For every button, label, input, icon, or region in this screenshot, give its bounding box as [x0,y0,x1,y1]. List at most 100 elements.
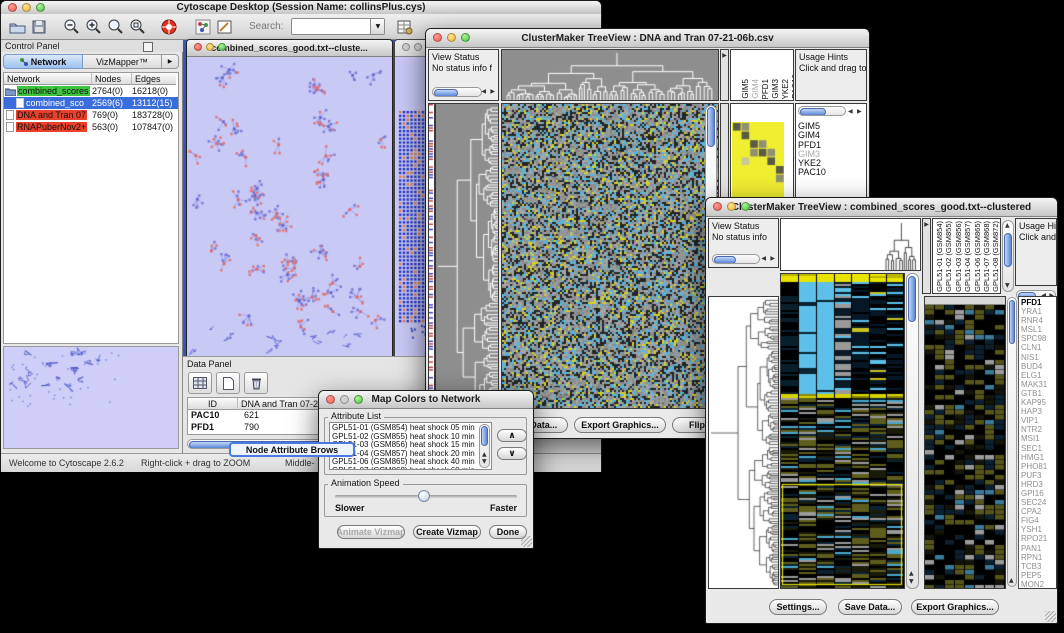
gene-label[interactable]: PHO81 [1021,462,1047,471]
minimize-icon[interactable] [206,43,214,51]
speed-slider-thumb[interactable] [418,490,430,502]
gene-label[interactable]: YSH1 [1021,525,1047,534]
tab-network[interactable]: Network [3,54,83,69]
open-file-icon[interactable] [7,17,27,37]
zoom-window-icon[interactable] [36,3,45,12]
export-graphics-button[interactable]: Export Graphics... [574,417,666,433]
node-attribute-browser-button[interactable]: Node Attribute Brows [229,442,355,457]
close-icon[interactable] [8,3,17,12]
scrollbar-thumb[interactable] [908,276,916,322]
col-nodes[interactable]: Nodes [92,73,132,85]
column-label[interactable]: PFD1 [761,79,770,99]
gene-label[interactable]: YRA1 [1021,307,1047,316]
network-view-titlebar[interactable]: combined_scores_good.txt--cluste... [187,40,392,57]
scrollbar-thumb[interactable] [1009,300,1015,344]
gene-label[interactable]: FIG4 [1021,516,1047,525]
resize-grip[interactable] [1045,611,1056,622]
gene-label[interactable]: PAN1 [1021,544,1047,553]
gene-label[interactable]: NIS1 [1021,353,1047,362]
heatmap-vscrollbar[interactable]: ▲ ▼ [906,273,919,589]
view-status-hscrollbar[interactable] [712,254,760,264]
gene-label[interactable]: MAK31 [1021,380,1047,389]
gene-label[interactable]: MSI1 [1021,434,1047,443]
network-canvas[interactable] [187,57,390,359]
search-input[interactable]: ▼ [291,18,385,35]
gene-label[interactable]: CLN1 [1021,343,1047,352]
close-icon[interactable] [433,33,442,42]
expand-right-icon[interactable]: ▶ [923,221,930,229]
gene-label[interactable]: SPC98 [1021,334,1047,343]
scroll-down-icon[interactable]: ▼ [909,578,914,586]
network-overview-thumbnail[interactable] [3,346,179,449]
dialog-titlebar[interactable]: Map Colors to Network [319,391,533,409]
zoom-window-icon[interactable] [741,202,750,211]
scroll-down-icon[interactable]: ▲ [1009,577,1014,585]
search-dropdown-icon[interactable]: ▼ [370,19,384,34]
zoom-fit-icon[interactable] [127,17,147,37]
gene-label[interactable]: CPA2 [1021,507,1047,516]
scroll-up-icon[interactable]: ▲ [909,570,914,578]
gene-label[interactable]: NTR2 [1021,425,1047,434]
column-label[interactable]: GPL51-06 (GSM865) [973,221,982,292]
select-attributes-icon[interactable] [188,372,212,394]
delete-attribute-trash-icon[interactable] [244,372,268,394]
annotation-icon[interactable] [215,17,235,37]
table-row[interactable]: RNAPuberNov2+ 563(0) 107847(0) [4,121,178,133]
zoom-window-icon[interactable] [218,43,226,51]
id-column-header[interactable]: ID [188,398,238,410]
scrollbar-thumb[interactable] [1004,233,1012,267]
minimize-icon[interactable] [22,3,31,12]
column-label[interactable]: GIM3 [771,79,780,99]
column-label[interactable]: GPL51-01 (GSM854) [935,221,944,292]
tab-overflow-icon[interactable]: ▶ [162,54,179,69]
minimize-icon[interactable] [727,202,736,211]
scroll-right-icon[interactable]: ▶ [857,108,862,116]
table-row[interactable]: DNA and Tran 07 769(0) 183728(0) [4,109,178,121]
treeview1-titlebar[interactable]: ClusterMaker TreeView : DNA and Tran 07-… [426,29,869,48]
scroll-left-icon[interactable]: ◀ [848,108,853,116]
column-label[interactable]: GIM4 [751,79,760,99]
attribute-item[interactable]: GPL51-07 (GSM868) heat shock 60 min [332,467,475,470]
attribute-list-vscrollbar[interactable]: ▲ ▼ [479,424,490,468]
scroll-right-icon[interactable]: ▶ [490,88,495,96]
row-dendrogram-panel[interactable] [708,296,779,589]
zoom-in-icon[interactable] [83,17,103,37]
settings-button[interactable]: Settings... [769,599,827,615]
column-dendrogram-panel[interactable] [780,218,921,271]
gene-label[interactable]: RPO21 [1021,534,1047,543]
scrollbar-thumb[interactable] [707,107,715,147]
labels-hscrollbar[interactable] [798,106,846,116]
scrollbar-thumb[interactable] [481,426,488,446]
gene-label[interactable]: PEP5 [1021,571,1047,580]
scrollbar-thumb[interactable] [800,108,826,116]
table-row[interactable]: combined_scores 2764(0) 16218(0) [4,85,178,97]
scroll-right-icon[interactable]: ▶ [770,255,775,263]
scroll-down-icon[interactable]: ▼ [482,458,487,466]
gene-label[interactable]: HAP3 [1021,407,1047,416]
help-lifesaver-icon[interactable] [159,17,179,37]
create-vizmap-button[interactable]: Create Vizmap [413,525,481,539]
zoom-window-icon[interactable] [354,395,363,404]
move-down-button[interactable]: ∨ [497,447,527,460]
close-icon[interactable] [194,43,202,51]
minimize-icon[interactable] [414,43,422,51]
row-label[interactable]: PAC10 [798,168,826,177]
gene-label[interactable]: RNR4 [1021,316,1047,325]
column-label[interactable]: YKE2 [781,79,790,99]
resize-grip[interactable] [521,536,532,547]
gene-label[interactable]: HMG1 [1021,453,1047,462]
gene-label[interactable]: KAP95 [1021,398,1047,407]
zoom-selected-icon[interactable] [105,17,125,37]
gene-label[interactable]: PUF3 [1021,471,1047,480]
new-attribute-icon[interactable] [216,372,240,394]
gene-label[interactable]: GPI16 [1021,489,1047,498]
close-icon[interactable] [402,43,410,51]
scrollbar-thumb[interactable] [434,89,458,97]
gene-list-vscrollbar[interactable]: ▲ [1007,297,1017,587]
heatmap-panel[interactable]: ▲ ▼ [501,103,719,409]
heatmap-panel[interactable] [780,273,905,589]
scroll-down-icon[interactable]: ▼ [1005,282,1010,290]
column-dendrogram-panel[interactable] [501,49,719,101]
gene-label[interactable]: MSL1 [1021,325,1047,334]
export-graphics-button[interactable]: Export Graphics... [911,599,999,615]
